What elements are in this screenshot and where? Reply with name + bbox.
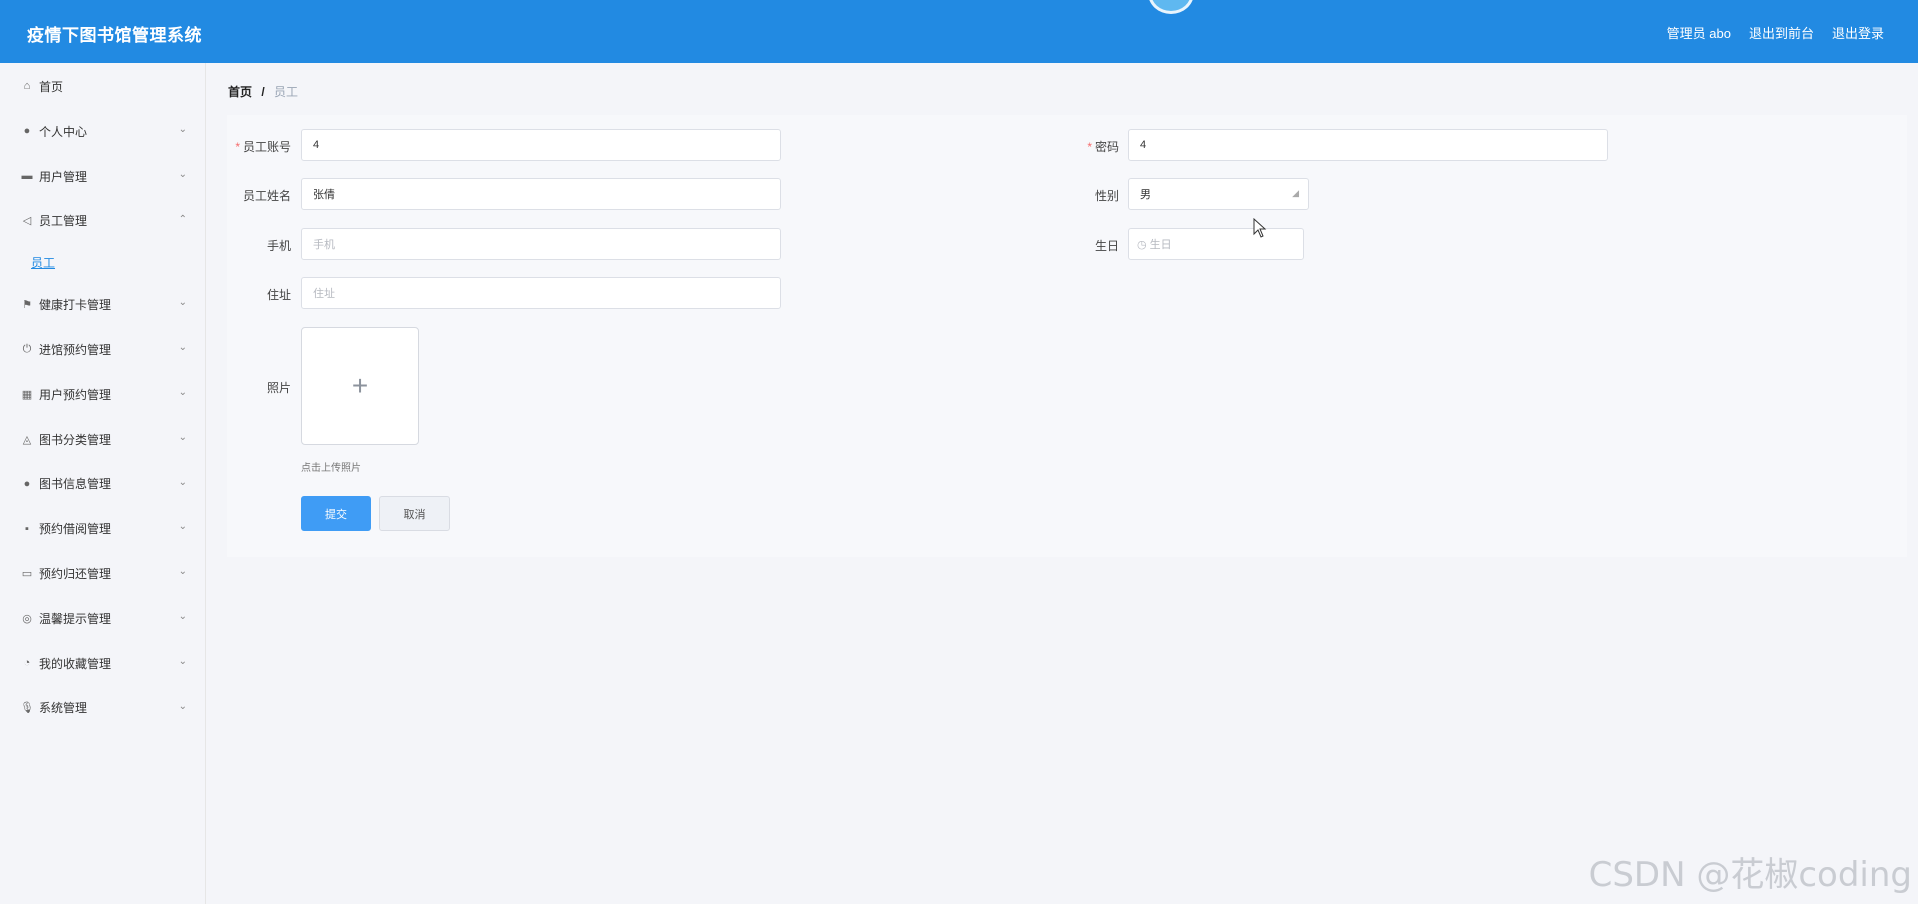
sidebar-menu: ⌂ 首页 ● 个人中心 ⌄ ▬ 用户管理 ⌄ ◁ 员工管理 ⌃ 员工 ⚑ 健康打… [0, 63, 206, 904]
photo-label: 照片 [266, 381, 291, 395]
birthday-datepicker[interactable]: ◷ 生日 [1128, 228, 1304, 260]
sidebar-item-label: 用户管理 [39, 169, 88, 184]
plus-icon: + [351, 370, 369, 401]
chevron-up-icon: ⌃ [178, 213, 187, 225]
sidebar-item-label: 首页 [39, 79, 64, 94]
chevron-down-icon: ⌄ [178, 168, 187, 180]
select-arrow-icon: ◢ [1292, 188, 1299, 198]
submenu-item-employee[interactable]: 员工 [0, 243, 205, 282]
sidebar-item-label: 健康打卡管理 [39, 298, 112, 313]
chevron-down-icon: ⌄ [178, 566, 187, 578]
calendar-icon: ◷ [1137, 238, 1147, 251]
sidebar-item-label: 图书分类管理 [39, 432, 112, 447]
name-input[interactable]: 张倩 [301, 178, 781, 210]
address-input[interactable]: 住址 [301, 277, 781, 309]
header-links: 管理员 abo 退出到前台 退出登录 [1667, 23, 1884, 42]
compass-icon: ◔ [23, 657, 31, 670]
sidebar-item-label: 系统管理 [39, 701, 88, 716]
upload-hint: 点击上传照片 [301, 463, 361, 474]
sidebar-item-book-category[interactable]: ◬ 图书分类管理 ⌄ [0, 417, 205, 462]
chevron-down-icon: ⌄ [178, 124, 187, 135]
name-label: 员工姓名 [242, 189, 291, 203]
phone-input[interactable]: 手机 [301, 228, 781, 260]
flag-icon: ⚑ [22, 299, 32, 312]
chevron-down-icon: ⌄ [178, 342, 187, 354]
sidebar-item-entry-reservation[interactable]: ⏻ 进馆预约管理 ⌄ [0, 327, 205, 372]
breadcrumb: 首页 / 员工 [228, 83, 298, 100]
chevron-down-icon: ⌄ [178, 521, 187, 533]
watermark: CSDN @花椒coding [1588, 855, 1912, 895]
sidebar-item-label: 进馆预约管理 [39, 343, 112, 358]
sidebar-item-label: 图书信息管理 [39, 477, 112, 492]
chevron-down-icon: ⌄ [178, 431, 187, 443]
sidebar-item-user-reservation[interactable]: ▦ 用户预约管理 ⌄ [0, 372, 205, 417]
sidebar-item-home[interactable]: ⌂ 首页 [0, 63, 205, 109]
breadcrumb-current: 员工 [274, 85, 299, 99]
sidebar-item-label: 预约归还管理 [39, 567, 112, 582]
cancel-button[interactable]: 取消 [379, 496, 450, 531]
gender-selected-value: 男 [1140, 189, 1151, 201]
logo-icon [1148, 0, 1194, 14]
sidebar-item-tips[interactable]: ◎ 温馨提示管理 ⌄ [0, 596, 205, 641]
user-icon: ● [23, 125, 31, 138]
birthday-placeholder: 生日 [1149, 239, 1172, 251]
home-icon: ⌂ [23, 80, 31, 92]
account-input[interactable]: 4 [301, 129, 781, 161]
sidebar-item-favorites[interactable]: ◔ 我的收藏管理 ⌄ [0, 641, 205, 686]
password-label: * 密码 [1087, 140, 1119, 154]
app-title: 疫情下图书馆管理系统 [27, 26, 202, 45]
submit-button[interactable]: 提交 [301, 496, 371, 531]
logout-link[interactable]: 退出登录 [1832, 23, 1884, 42]
send-icon: ◁ [22, 215, 32, 228]
address-label: 住址 [266, 288, 291, 302]
sidebar-item-user-management[interactable]: ▬ 用户管理 ⌄ [0, 154, 205, 199]
sidebar-item-borrow-reservation[interactable]: ▪ 预约借阅管理 ⌄ [0, 506, 205, 551]
password-input[interactable]: 4 [1128, 129, 1608, 161]
ticket-icon: ▬ [21, 170, 33, 183]
mouse-cursor-icon [1253, 218, 1267, 238]
sidebar-item-book-info[interactable]: ● 图书信息管理 ⌄ [0, 462, 205, 507]
sidebar-item-label: 用户预约管理 [39, 387, 112, 402]
sidebar-item-system[interactable]: 🎙 系统管理 ⌄ [0, 686, 205, 731]
power-icon: ⏻ [22, 343, 32, 356]
birthday-label: 生日 [1094, 239, 1119, 253]
phone-label: 手机 [266, 239, 291, 253]
chevron-down-icon: ⌄ [178, 297, 187, 309]
message-icon: ▭ [21, 568, 33, 581]
sidebar-item-label: 我的收藏管理 [39, 656, 112, 671]
chevron-down-icon: ⌄ [178, 700, 187, 712]
breadcrumb-home[interactable]: 首页 [228, 85, 252, 99]
mic-icon: 🎙 [20, 702, 34, 715]
gender-label: 性别 [1094, 189, 1119, 203]
sidebar-item-label: 预约借阅管理 [39, 522, 112, 537]
chevron-down-icon: ⌄ [178, 386, 187, 398]
breadcrumb-separator: / [261, 85, 265, 99]
admin-user-label[interactable]: 管理员 abo [1667, 23, 1731, 42]
sidebar-item-health-checkin[interactable]: ⚑ 健康打卡管理 ⌄ [0, 282, 205, 327]
sidebar-item-label: 温馨提示管理 [39, 611, 112, 626]
photo-upload-box[interactable]: + [301, 327, 419, 445]
sidebar-item-employee-management[interactable]: ◁ 员工管理 ⌃ [0, 199, 205, 244]
chevron-down-icon: ⌄ [178, 655, 187, 667]
sidebar-item-label: 个人中心 [39, 124, 88, 139]
sidebar-item-personal-center[interactable]: ● 个人中心 ⌄ [0, 109, 205, 154]
account-label: * 员工账号 [235, 140, 291, 154]
person-icon: ● [23, 477, 31, 490]
sidebar-item-return-reservation[interactable]: ▭ 预约归还管理 ⌄ [0, 551, 205, 596]
apps-icon: ▪ [25, 522, 29, 535]
exit-to-front-link[interactable]: 退出到前台 [1749, 23, 1814, 42]
chevron-down-icon: ⌄ [178, 610, 187, 622]
grid-icon: ▦ [21, 388, 33, 401]
top-header: 疫情下图书馆管理系统 管理员 abo 退出到前台 退出登录 [0, 0, 1918, 63]
aim-icon: ◎ [22, 612, 32, 625]
bell-off-icon: ◬ [22, 433, 32, 446]
gender-select[interactable]: 男 ◢ [1128, 178, 1309, 210]
chevron-down-icon: ⌄ [178, 476, 187, 488]
sidebar-item-label: 员工管理 [39, 214, 88, 229]
